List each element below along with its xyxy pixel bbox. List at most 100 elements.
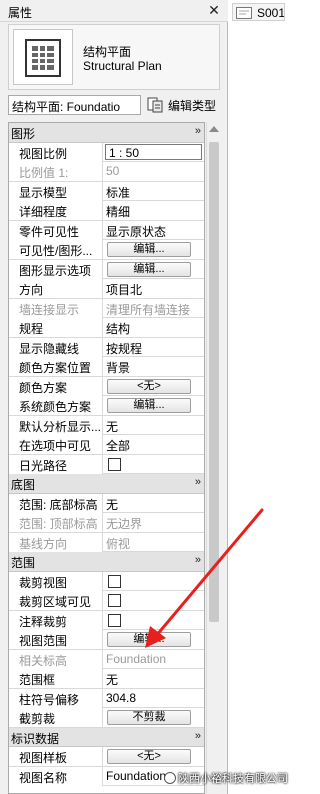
edit-type-icon — [147, 97, 163, 113]
prop-value[interactable]: 304.8 — [104, 689, 204, 708]
prop-value[interactable]: 项目北 — [104, 279, 204, 298]
prop-value[interactable]: 精细 — [104, 201, 204, 220]
prop-label: 截剪裁 — [9, 708, 103, 727]
prop-row-crop-view[interactable]: 裁剪视图 — [9, 571, 204, 591]
type-name-label: Structural Plan — [83, 59, 162, 73]
structural-plan-thumbnail — [13, 29, 73, 85]
prop-row-color-scheme[interactable]: 颜色方案 <无> — [9, 376, 204, 396]
prop-row-detail-level[interactable]: 详细程度 精细 — [9, 201, 204, 221]
prop-label: 基线方向 — [9, 532, 103, 552]
section-underlay[interactable]: 底图 » — [9, 474, 204, 494]
prop-label: 柱符号偏移 — [9, 688, 103, 708]
palette-titlebar: 属性 ✕ — [0, 0, 228, 22]
watermark: 陕西小裕科技有限公司 — [164, 770, 288, 786]
annotation-crop-checkbox[interactable] — [108, 613, 121, 627]
scrollbar-thumb[interactable] — [209, 142, 219, 622]
prop-value[interactable]: 显示原状态 — [104, 221, 204, 240]
view-tab[interactable]: S001 — [232, 3, 285, 21]
prop-value[interactable]: 无 — [104, 416, 204, 435]
instance-filter-dropdown[interactable]: 结构平面: Foundatio — [8, 95, 141, 115]
prop-row-visibility-graphics[interactable]: 可见性/图形... 编辑... — [9, 240, 204, 260]
crop-region-visible-checkbox[interactable] — [108, 594, 121, 607]
prop-value: 无边界 — [106, 517, 143, 531]
prop-row-sun-path[interactable]: 日光路径 — [9, 454, 204, 474]
prop-row-discipline[interactable]: 规程 结构 — [9, 318, 204, 338]
prop-value[interactable]: 无 — [104, 669, 204, 688]
prop-row-range-base-level[interactable]: 范围: 底部标高 无 — [9, 493, 204, 513]
prop-row-default-analysis-display[interactable]: 默认分析显示... 无 — [9, 415, 204, 435]
type-selector-preview[interactable]: 结构平面 Structural Plan — [8, 24, 220, 90]
color-scheme-button[interactable]: <无> — [107, 378, 191, 394]
prop-row-system-color-schemes[interactable]: 系统颜色方案 编辑... — [9, 396, 204, 416]
section-extents[interactable]: 范围 » — [9, 552, 204, 572]
sun-path-checkbox[interactable] — [108, 457, 121, 471]
view-template-button[interactable]: <无> — [107, 749, 191, 764]
view-range-edit-button[interactable]: 编辑... — [107, 632, 191, 647]
view-tab-label: S001 — [257, 6, 285, 20]
prop-label: 在选项中可见 — [9, 435, 103, 454]
collapse-icon[interactable]: » — [195, 730, 201, 742]
scroll-up-icon[interactable] — [209, 126, 219, 132]
prop-value[interactable]: 全部 — [104, 435, 204, 454]
prop-value[interactable]: 结构 — [104, 318, 204, 337]
collapse-icon[interactable]: » — [195, 476, 201, 488]
prop-label: 注释裁剪 — [9, 610, 103, 630]
prop-label: 视图比例 — [9, 142, 103, 162]
prop-row-view-template[interactable]: 视图样板 <无> — [9, 747, 204, 767]
prop-row-orientation[interactable]: 方向 项目北 — [9, 279, 204, 299]
prop-row-crop-region-visible[interactable]: 裁剪区域可见 — [9, 591, 204, 611]
prop-row-wall-join-display: 墙连接显示 清理所有墙连接 — [9, 298, 204, 318]
prop-label: 图形显示选项 — [9, 259, 103, 279]
collapse-icon[interactable]: » — [195, 125, 201, 137]
prop-row-view-range[interactable]: 视图范围 编辑... — [9, 630, 204, 650]
crop-view-checkbox[interactable] — [108, 574, 121, 588]
prop-row-annotation-crop[interactable]: 注释裁剪 — [9, 610, 204, 630]
prop-label: 默认分析显示... — [9, 415, 103, 435]
edit-button[interactable]: 编辑... — [107, 242, 191, 257]
prop-value[interactable]: 按规程 — [104, 338, 204, 357]
prop-row-display-model[interactable]: 显示模型 标准 — [9, 181, 204, 201]
prop-row-range-top-level: 范围: 顶部标高 无边界 — [9, 513, 204, 533]
prop-label: 详细程度 — [9, 201, 103, 220]
prop-row-column-symbolic-offset[interactable]: 柱符号偏移 304.8 — [9, 688, 204, 708]
prop-label: 范围: 顶部标高 — [9, 513, 103, 532]
prop-label: 可见性/图形... — [9, 240, 103, 259]
prop-value: 俯视 — [106, 536, 131, 551]
prop-row-show-hidden-lines[interactable]: 显示隐藏线 按规程 — [9, 337, 204, 357]
prop-row-color-scheme-location[interactable]: 颜色方案位置 背景 — [9, 357, 204, 377]
prop-row-graphic-display-options[interactable]: 图形显示选项 编辑... — [9, 259, 204, 279]
prop-row-scope-box[interactable]: 范围框 无 — [9, 669, 204, 689]
vertical-scrollbar[interactable] — [206, 122, 220, 794]
section-identity-data[interactable]: 标识数据 » — [9, 727, 204, 747]
wechat-logo-icon — [164, 772, 176, 784]
prop-row-view-scale[interactable]: 视图比例 1 : 50 — [9, 142, 204, 162]
prop-label: 视图范围 — [9, 630, 103, 649]
prop-row-depth-clipping[interactable]: 截剪裁 不剪裁 — [9, 708, 204, 728]
edit-button[interactable]: 编辑... — [107, 261, 191, 277]
prop-label: 范围: 底部标高 — [9, 493, 103, 513]
prop-label: 颜色方案位置 — [9, 357, 103, 376]
prop-value: 50 — [106, 164, 120, 178]
view-scale-input[interactable]: 1 : 50 — [105, 143, 202, 160]
section-graphics[interactable]: 图形 » — [9, 123, 204, 143]
prop-row-scale-value: 比例值 1: 50 — [9, 162, 204, 182]
view-area: S001 — [229, 0, 285, 794]
prop-label: 裁剪视图 — [9, 571, 103, 591]
prop-label: 相关标高 — [9, 649, 103, 669]
prop-label: 范围框 — [9, 669, 103, 688]
sheet-icon — [236, 7, 252, 19]
prop-value: 清理所有墙连接 — [106, 302, 191, 317]
prop-value[interactable]: 标准 — [104, 182, 204, 201]
section-title: 底图 — [11, 478, 36, 492]
prop-value[interactable]: 无 — [104, 494, 204, 513]
depth-clipping-button[interactable]: 不剪裁 — [107, 710, 191, 725]
edit-type-button[interactable]: 编辑类型 — [146, 95, 226, 115]
prop-row-visible-in-option[interactable]: 在选项中可见 全部 — [9, 435, 204, 455]
collapse-icon[interactable]: » — [195, 554, 201, 566]
edit-button[interactable]: 编辑... — [107, 398, 191, 413]
prop-label: 零件可见性 — [9, 220, 103, 240]
prop-row-parts-visibility[interactable]: 零件可见性 显示原状态 — [9, 220, 204, 240]
prop-value[interactable]: 背景 — [104, 357, 204, 376]
prop-label: 颜色方案 — [9, 376, 103, 396]
close-icon[interactable]: ✕ — [206, 2, 222, 18]
